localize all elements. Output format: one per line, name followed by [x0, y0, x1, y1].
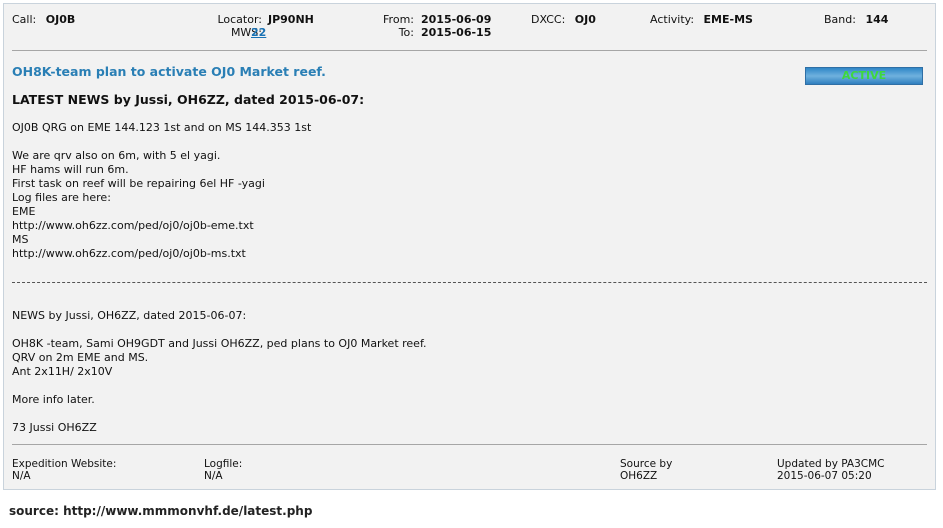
- call-field: Call: OJ0B: [12, 13, 75, 26]
- expedition-panel: Call: OJ0B Locator: JP90NH MWS: 22 From:…: [3, 3, 936, 490]
- header-divider: [12, 50, 927, 51]
- activity-field: Activity: EME-MS: [650, 13, 753, 26]
- source-field: Source by OH6ZZ: [620, 458, 672, 482]
- dxcc-value: OJ0: [574, 13, 596, 26]
- footer-divider: [12, 444, 927, 445]
- latest-news-line: We are qrv also on 6m, with 5 el yagi.: [12, 149, 221, 162]
- dxcc-field: DXCC: OJ0: [531, 13, 596, 26]
- ms-log-url: http://www.oh6zz.com/ped/oj0/oj0b-ms.txt: [12, 247, 246, 260]
- news-body: NEWS by Jussi, OH6ZZ, dated 2015-06-07: …: [12, 309, 427, 435]
- activity-value: EME-MS: [703, 13, 753, 26]
- updated-value: 2015-06-07 05:20: [777, 470, 872, 482]
- website-field: Expedition Website: N/A: [12, 458, 116, 482]
- latest-news-line: OJ0B QRG on EME 144.123 1st and on MS 14…: [12, 121, 312, 134]
- latest-news-body: OJ0B QRG on EME 144.123 1st and on MS 14…: [12, 121, 311, 261]
- news-line: QRV on 2m EME and MS.: [12, 351, 149, 364]
- from-label: From:: [383, 13, 414, 26]
- website-value: N/A: [12, 470, 31, 482]
- band-label: Band:: [824, 13, 856, 26]
- news-line: Ant 2x11H/ 2x10V: [12, 365, 113, 378]
- latest-news-line: Log files are here:: [12, 191, 111, 204]
- from-value: 2015-06-09: [421, 13, 492, 26]
- expedition-title: OH8K-team plan to activate OJ0 Market re…: [12, 64, 326, 79]
- locator-value: JP90NH: [268, 13, 314, 26]
- band-field: Band: 144: [824, 13, 888, 26]
- news-heading: NEWS by Jussi, OH6ZZ, dated 2015-06-07:: [12, 309, 247, 322]
- dxcc-label: DXCC:: [531, 13, 566, 26]
- latest-news-line: HF hams will run 6m.: [12, 163, 129, 176]
- source-label: Source by: [620, 458, 673, 470]
- band-value: 144: [865, 13, 889, 26]
- locator-label: Locator:: [217, 13, 262, 26]
- status-badge: ACTIVE: [805, 67, 923, 85]
- call-value: OJ0B: [45, 13, 76, 26]
- source-caption: source: http://www.mmmonvhf.de/latest.ph…: [9, 504, 313, 518]
- eme-log-url: http://www.oh6zz.com/ped/oj0/oj0b-eme.tx…: [12, 219, 254, 232]
- to-label: To:: [398, 26, 414, 39]
- latest-news-line: First task on reef will be repairing 6el…: [12, 177, 265, 190]
- latest-news-line: EME: [12, 205, 36, 218]
- news-signature: 73 Jussi OH6ZZ: [12, 421, 97, 434]
- news-line: OH8K -team, Sami OH9GDT and Jussi OH6ZZ,…: [12, 337, 427, 350]
- expedition-header: Call: OJ0B Locator: JP90NH MWS: 22 From:…: [4, 13, 935, 45]
- activity-label: Activity:: [650, 13, 695, 26]
- latest-news-line: MS: [12, 233, 29, 246]
- website-label: Expedition Website:: [12, 458, 117, 470]
- to-value: 2015-06-15: [421, 26, 492, 39]
- updated-label: Updated by PA3CMC: [777, 458, 885, 470]
- mws-link[interactable]: 22: [251, 26, 266, 39]
- news-separator: [12, 282, 927, 283]
- logfile-field: Logfile: N/A: [204, 458, 242, 482]
- call-label: Call:: [12, 13, 37, 26]
- updated-field: Updated by PA3CMC 2015-06-07 05:20: [777, 458, 885, 482]
- news-line: More info later.: [12, 393, 95, 406]
- source-value: OH6ZZ: [620, 470, 658, 482]
- logfile-label: Logfile:: [204, 458, 243, 470]
- latest-news-heading: LATEST NEWS by Jussi, OH6ZZ, dated 2015-…: [12, 92, 365, 107]
- logfile-value: N/A: [204, 470, 223, 482]
